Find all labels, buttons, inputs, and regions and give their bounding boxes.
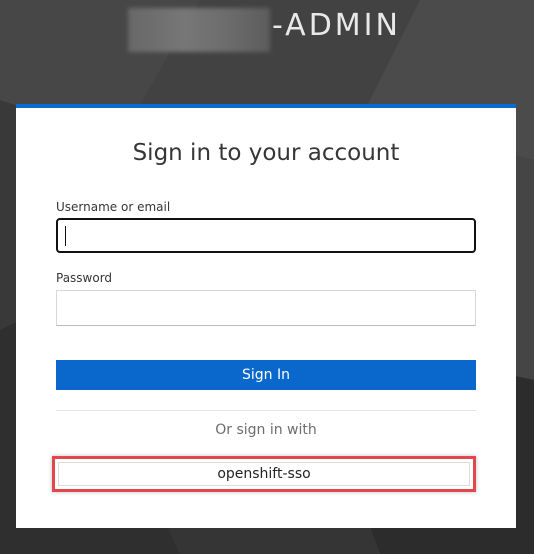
realm-title: -ADMIN	[272, 8, 401, 43]
password-label: Password	[56, 271, 113, 285]
openshift-sso-button[interactable]: openshift-sso	[58, 462, 470, 486]
redacted-realm-name	[128, 8, 270, 52]
sign-in-button[interactable]: Sign In	[56, 360, 476, 390]
login-card: Sign in to your account Username or emai…	[16, 104, 516, 528]
header: -ADMIN	[0, 6, 534, 52]
or-sign-in-with-text: Or sign in with	[215, 422, 317, 438]
username-input[interactable]	[56, 218, 476, 253]
password-input[interactable]	[56, 290, 476, 326]
divider	[56, 410, 476, 411]
text-caret	[65, 226, 66, 246]
page-title: Sign in to your account	[132, 140, 400, 166]
sso-highlight-box: openshift-sso	[52, 456, 476, 492]
username-label: Username or email	[56, 200, 171, 214]
